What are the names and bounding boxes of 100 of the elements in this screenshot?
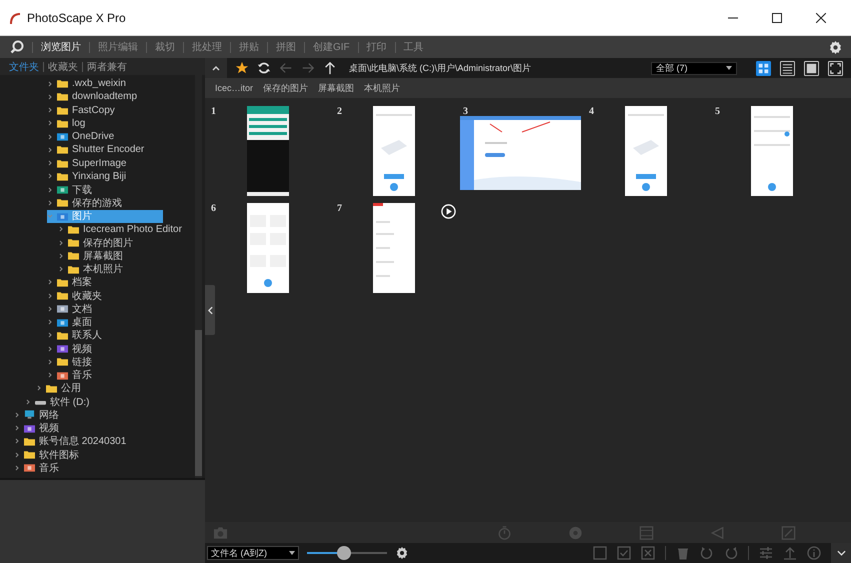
tree-item[interactable]: log <box>47 116 92 130</box>
fullscreen-view-icon[interactable] <box>828 60 843 76</box>
filter-dropdown[interactable]: 全部 (7) <box>651 62 737 74</box>
tree-item[interactable]: 链接 <box>47 355 98 368</box>
subfolder-link[interactable]: Icec…itor <box>215 83 254 93</box>
tree-item[interactable]: FastCopy <box>47 104 121 117</box>
chevron-icon <box>208 306 212 314</box>
tree-item[interactable]: 保存的图片 <box>58 236 139 250</box>
tree-item[interactable]: 收藏夹 <box>47 289 108 302</box>
checkbox-icon[interactable] <box>593 546 607 560</box>
video-folder-icon <box>57 344 68 354</box>
music-folder-icon <box>24 463 35 472</box>
documents-folder-icon <box>57 304 68 314</box>
folder-icon <box>57 118 68 128</box>
app-logo-icon <box>8 10 22 24</box>
tree-item[interactable]: 软件图标 <box>14 448 85 462</box>
sliders-icon[interactable] <box>759 546 773 560</box>
tree-item[interactable]: SuperImage <box>47 156 132 170</box>
thumbnail-number: 5 <box>715 106 720 117</box>
subfolder-link[interactable]: 本机照片 <box>364 82 400 94</box>
desktop-folder-icon <box>57 318 68 327</box>
video-folder-icon <box>24 424 35 433</box>
tree-item[interactable]: 账号信息 20240301 <box>14 434 132 448</box>
folder-icon <box>24 436 35 446</box>
folder-icon <box>57 106 68 115</box>
search-icon[interactable] <box>10 40 24 54</box>
tree-item[interactable]: 音乐 <box>14 461 65 474</box>
tree-item[interactable]: 音乐 <box>47 368 98 382</box>
single-view-icon[interactable] <box>804 60 819 76</box>
tree-item[interactable]: 下载 <box>47 183 98 196</box>
refresh-icon[interactable] <box>257 61 271 75</box>
sidebar-toggle[interactable] <box>205 285 215 335</box>
scrollbar-thumb[interactable] <box>195 330 202 476</box>
sidebar-tab[interactable]: 文件夹 <box>5 60 43 74</box>
tree-item[interactable]: 网络 <box>14 408 65 422</box>
tree-item[interactable]: 文档 <box>47 302 98 316</box>
play-icon[interactable] <box>441 204 456 219</box>
folder-icon <box>68 238 79 248</box>
tree-item[interactable]: 桌面 <box>47 316 98 329</box>
folder-icon <box>57 278 68 287</box>
menu-tab[interactable]: 浏览图片 <box>33 40 89 54</box>
folder-icon <box>57 172 68 181</box>
thumbnail-number: 7 <box>337 203 342 214</box>
expand-button[interactable] <box>831 543 851 563</box>
tree-item[interactable]: 视频 <box>14 422 65 435</box>
folder-icon <box>57 198 68 208</box>
tree-item[interactable]: 档案 <box>47 276 98 289</box>
folder-icon <box>68 264 79 274</box>
folder-icon <box>57 357 68 366</box>
tree-item[interactable]: 软件 (D:) <box>25 395 96 408</box>
collapse-icon[interactable] <box>205 58 227 78</box>
thumbnail-number: 4 <box>589 106 594 117</box>
folder-icon <box>24 450 35 460</box>
download-folder-icon <box>57 185 68 194</box>
folder-icon <box>57 330 68 340</box>
star-icon[interactable] <box>235 61 249 75</box>
folder-icon <box>68 251 79 260</box>
thumbnail-number: 6 <box>211 203 216 214</box>
tree-item[interactable]: 屏幕截图 <box>58 249 129 262</box>
tree-item[interactable]: .wxb_weixin <box>47 77 132 90</box>
list-view-icon[interactable] <box>780 60 795 76</box>
tree-item[interactable]: Yinxiang Biji <box>47 170 132 183</box>
folder-icon <box>46 384 57 393</box>
close-icon[interactable] <box>816 12 826 22</box>
tree-item[interactable]: 本机照片 <box>58 262 129 276</box>
tree-item[interactable]: 公用 <box>36 382 87 395</box>
grid-view-icon[interactable] <box>756 60 771 76</box>
thumbnail-number: 1 <box>211 106 216 117</box>
music-folder-icon <box>57 370 68 380</box>
thumbnail-number: 2 <box>337 106 342 117</box>
caret-icon <box>289 551 295 555</box>
chevron-icon <box>836 550 846 556</box>
tree-item[interactable]: Shutter Encoder <box>47 143 150 156</box>
folder-icon <box>57 92 68 102</box>
tree-item[interactable]: 保存的游戏 <box>47 196 128 210</box>
sidebar-tab[interactable]: 收藏夹 <box>44 60 82 74</box>
caret-icon <box>726 66 732 70</box>
maximize-icon[interactable] <box>772 12 782 22</box>
folder-icon <box>57 145 68 154</box>
sidebar-tab[interactable]: 两者兼有 <box>83 60 131 74</box>
thumbnail-number: 3 <box>463 106 468 117</box>
window-title: PhotoScape X Pro <box>27 10 126 24</box>
pictures-folder-icon <box>57 212 68 221</box>
cloud-folder-icon <box>57 132 68 142</box>
settings-icon[interactable] <box>395 546 409 560</box>
tree-item[interactable]: OneDrive <box>47 130 120 144</box>
tree-item[interactable]: downloadtemp <box>47 90 144 104</box>
tree-item[interactable]: Icecream Photo Editor <box>58 222 188 236</box>
settings-icon[interactable] <box>828 40 843 54</box>
tree-item[interactable]: 联系人 <box>47 328 108 342</box>
folder-icon <box>57 158 68 168</box>
checked-box-icon[interactable] <box>617 546 631 560</box>
folder-icon <box>57 79 68 88</box>
sort-dropdown[interactable]: 文件名 (A到Z) <box>207 546 299 560</box>
subfolder-link[interactable]: 保存的图片 <box>263 82 308 94</box>
tree-item[interactable]: 视频 <box>47 342 98 356</box>
up-arrow-icon[interactable] <box>323 61 337 75</box>
network-icon <box>24 410 35 420</box>
zoom-slider[interactable] <box>307 546 387 560</box>
subfolder-link[interactable]: 屏幕截图 <box>318 82 354 94</box>
